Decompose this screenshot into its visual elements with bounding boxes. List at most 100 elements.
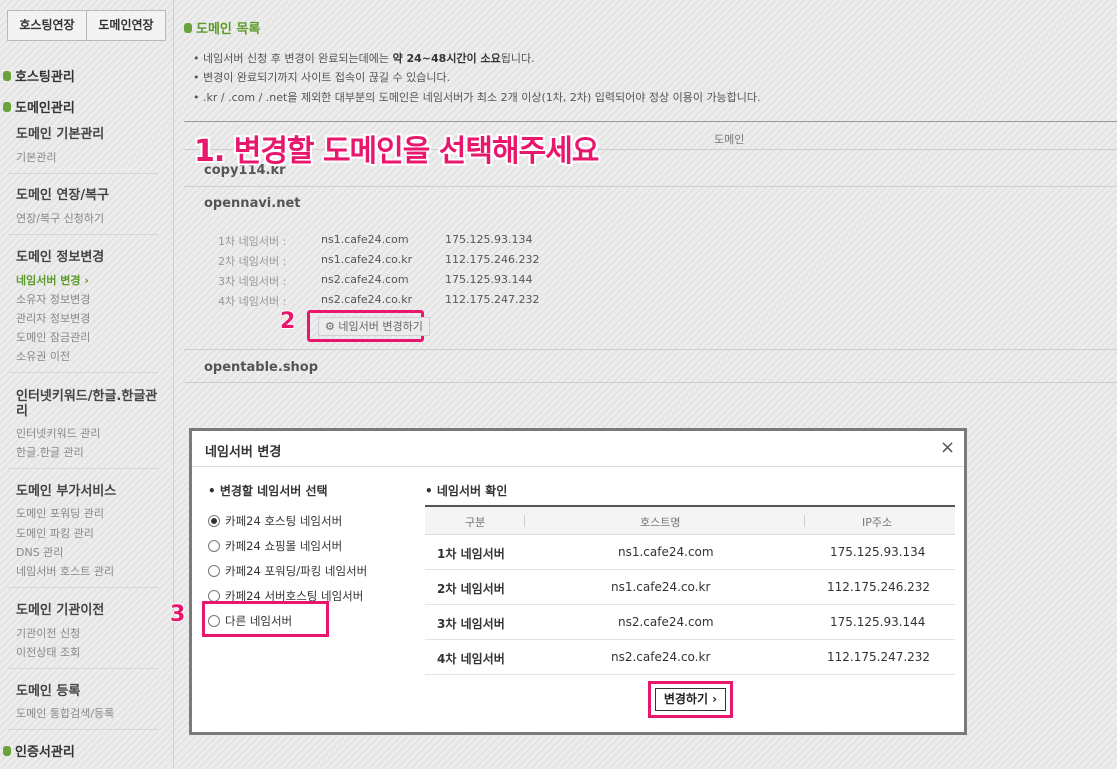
close-icon[interactable]: × — [940, 437, 955, 458]
group-title-keyword[interactable]: 인터넷키워드/한글.한글관리 — [16, 389, 166, 419]
row-divider — [184, 349, 1117, 350]
ns-info-row: 3차 네임서버 : ns2.cafe24.com 175.125.93.144 — [218, 273, 532, 289]
row-label: 3차 네임서버 — [437, 617, 505, 631]
domain-row-opentable[interactable]: opentable.shop — [204, 360, 318, 375]
sidebar-item-transfer-status[interactable]: 이전상태 조회 — [16, 644, 80, 660]
row-divider — [184, 382, 1117, 383]
change-ns-highlight: ⚙ 네임서버 변경하기 — [307, 310, 430, 342]
sidebar-item-search-register[interactable]: 도메인 통합검색/등록 — [16, 705, 114, 721]
radio-icon[interactable] — [208, 540, 220, 552]
menu-cert-manage-label: 인증서관리 — [15, 745, 75, 760]
bullet-icon — [3, 101, 11, 112]
group-title-renew[interactable]: 도메인 연장/복구 — [16, 188, 166, 203]
change-ns-button[interactable]: ⚙ 네임서버 변경하기 — [318, 317, 430, 336]
group-title-basic[interactable]: 도메인 기본관리 — [16, 127, 166, 142]
notice-2: • 변경이 완료되기까지 사이트 접속이 끊길 수 있습니다. — [193, 71, 451, 84]
row-label: 1차 네임서버 — [437, 547, 505, 561]
sidebar-item-forwarding[interactable]: 도메인 포워딩 관리 — [16, 505, 104, 521]
sidebar-item-transfer-request[interactable]: 기관이전 신청 — [16, 625, 80, 641]
ns-host: ns2.cafe24.com — [321, 273, 409, 286]
ns-change-modal: 네임서버 변경 × • 변경할 네임서버 선택 카페24 호스팅 네임서버 카페… — [189, 428, 967, 735]
page-title: 도메인 목록 — [184, 18, 260, 37]
notice-2-text: 변경이 완료되기까지 사이트 접속이 끊길 수 있습니다. — [203, 71, 451, 84]
row-host: ns2.cafe24.com — [618, 615, 714, 629]
bullet-icon — [3, 745, 11, 756]
group-title-info-change[interactable]: 도메인 정보변경 — [16, 250, 166, 265]
ns-label: 2차 네임서버 : — [218, 255, 287, 268]
table-row: 2차 네임서버 ns1.cafe24.co.kr 112.175.246.232 — [425, 570, 955, 605]
modal-header: 네임서버 변경 × — [192, 431, 964, 467]
row-host: ns2.cafe24.co.kr — [611, 650, 711, 664]
ns-option-hosting[interactable]: 카페24 호스팅 네임서버 — [208, 513, 342, 529]
top-tabs: 호스팅연장 도메인연장 — [7, 10, 166, 41]
select-ns-title: • 변경할 네임서버 선택 — [208, 484, 328, 498]
group-title-transfer[interactable]: 도메인 기관이전 — [16, 603, 166, 618]
ns-option-forwarding[interactable]: 카페24 포워딩/파킹 네임서버 — [208, 563, 367, 579]
sidebar-item-ns-change[interactable]: 네임서버 변경 › — [16, 272, 89, 288]
sidebar-item-renew-request[interactable]: 연장/복구 신청하기 — [16, 210, 104, 226]
notice-1-bold: 약 24~48시간이 소요 — [392, 52, 501, 65]
menu-hosting-manage-label: 호스팅관리 — [15, 70, 75, 85]
table-row: 4차 네임서버 ns2.cafe24.co.kr 112.175.247.232 — [425, 640, 955, 675]
header-type: 구분 — [465, 516, 486, 529]
header-divider — [524, 515, 525, 527]
ns-option-label: 다른 네임서버 — [225, 614, 293, 628]
menu-hosting-manage[interactable]: 호스팅관리 — [3, 66, 75, 85]
ns-info-row: 1차 네임서버 : ns1.cafe24.com 175.125.93.134 — [218, 233, 532, 249]
ns-option-label: 카페24 포워딩/파킹 네임서버 — [225, 564, 368, 578]
page-title-label: 도메인 목록 — [196, 22, 261, 37]
sidebar-item-parking[interactable]: 도메인 파킹 관리 — [16, 525, 94, 541]
sidebar-item-basic-manage[interactable]: 기본관리 — [16, 149, 56, 165]
step1-annotation: 1. 변경할 도메인을 선택해주세요 — [194, 134, 599, 169]
ns-ip: 112.175.246.232 — [445, 253, 540, 266]
sidebar-item-owner-change[interactable]: 소유자 정보변경 — [16, 291, 90, 307]
row-ip: 112.175.247.232 — [827, 650, 931, 664]
row-divider — [184, 186, 1117, 187]
ns-label: 4차 네임서버 : — [218, 295, 287, 308]
row-host: ns1.cafe24.com — [618, 545, 714, 559]
notice-3: • .kr / .com / .net을 제외한 대부분의 도메인은 네임서버가… — [193, 91, 761, 104]
group-title-register[interactable]: 도메인 등록 — [16, 684, 166, 699]
sidebar-item-ownership-transfer[interactable]: 소유권 이전 — [16, 348, 70, 364]
hosting-renew-tab[interactable]: 호스팅연장 — [7, 10, 87, 41]
column-header-domain: 도메인 — [714, 133, 745, 146]
header-ip: IP주소 — [862, 516, 893, 529]
sidebar-item-lock-manage[interactable]: 도메인 잠금관리 — [16, 329, 90, 345]
sidebar-item-dns[interactable]: DNS 관리 — [16, 544, 63, 560]
sidebar-item-keyword-manage[interactable]: 인터넷키워드 관리 — [16, 425, 100, 441]
divider — [8, 729, 158, 730]
notice-1-a: 네임서버 신청 후 변경이 완료되는데에는 — [203, 52, 393, 65]
divider — [8, 468, 158, 469]
submit-change-button[interactable]: 변경하기 › — [655, 688, 726, 711]
ns-ip: 175.125.93.134 — [445, 233, 533, 246]
divider — [8, 173, 158, 174]
ns-option-other[interactable]: 다른 네임서버 — [208, 613, 292, 629]
notice-1: • 네임서버 신청 후 변경이 완료되는데에는 약 24~48시간이 소요됩니다… — [193, 52, 535, 65]
group-title-addon[interactable]: 도메인 부가서비스 — [16, 484, 166, 499]
sidebar-item-hangul-manage[interactable]: 한글.한글 관리 — [16, 444, 84, 460]
menu-cert-manage[interactable]: 인증서관리 — [3, 741, 75, 760]
notice-3-text: .kr / .com / .net을 제외한 대부분의 도메인은 네임서버가 최… — [203, 91, 761, 104]
domain-renew-tab[interactable]: 도메인연장 — [87, 10, 166, 41]
ns-ip: 112.175.247.232 — [445, 293, 540, 306]
sidebar-item-admin-change[interactable]: 관리자 정보변경 — [16, 310, 90, 326]
divider — [8, 372, 158, 373]
radio-icon[interactable] — [208, 515, 220, 527]
row-label: 2차 네임서버 — [437, 582, 505, 596]
radio-icon[interactable] — [208, 615, 220, 627]
sidebar: 호스팅연장 도메인연장 호스팅관리 도메인관리 도메인 기본관리 기본관리 도메… — [0, 0, 174, 769]
change-ns-label: 네임서버 변경하기 — [338, 320, 423, 333]
ns-host: ns1.cafe24.co.kr — [321, 253, 413, 266]
header-hostname: 호스트명 — [640, 516, 681, 529]
domain-row-opennavi[interactable]: opennavi.net — [204, 196, 301, 211]
ns-option-shopping[interactable]: 카페24 쇼핑몰 네임서버 — [208, 538, 342, 554]
menu-domain-manage[interactable]: 도메인관리 — [3, 97, 75, 116]
radio-icon[interactable] — [208, 565, 220, 577]
confirm-ns-title: • 네임서버 확인 — [425, 484, 508, 498]
sidebar-item-ns-host[interactable]: 네임서버 호스트 관리 — [16, 563, 114, 579]
menu-domain-manage-label: 도메인관리 — [15, 101, 75, 116]
step-number-3: 3 — [170, 602, 186, 627]
notice-1-c: 됩니다. — [500, 52, 535, 65]
row-ip: 175.125.93.134 — [830, 545, 926, 559]
ns-info-row: 4차 네임서버 : ns2.cafe24.co.kr 112.175.247.2… — [218, 293, 539, 309]
